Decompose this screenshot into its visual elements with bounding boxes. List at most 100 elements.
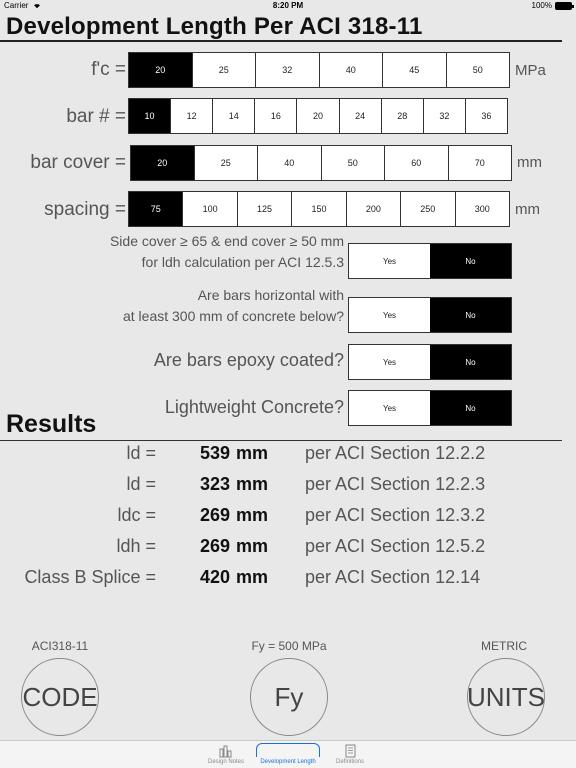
- horizontal-bars-no-button[interactable]: No: [430, 298, 511, 332]
- result-value: 269: [199, 536, 230, 556]
- bar-option[interactable]: 10: [129, 99, 171, 133]
- spacing-unit: mm: [515, 201, 540, 218]
- bar-option[interactable]: 28: [380, 99, 423, 133]
- spacing-option[interactable]: 75: [129, 192, 183, 226]
- fc-option[interactable]: 40: [318, 53, 382, 87]
- spacing-option[interactable]: 250: [400, 192, 455, 226]
- result-reference: per ACI Section 12.14: [305, 567, 481, 587]
- result-row-ldc: ldc = 269 mm per ACI Section 12.3.2: [0, 505, 576, 529]
- bar-size-label: bar # =: [66, 106, 126, 127]
- definitions-icon: [345, 744, 356, 758]
- fc-selector[interactable]: 20 25 32 40 45 50: [128, 52, 510, 88]
- bar-option[interactable]: 32: [422, 99, 465, 133]
- tab-design-notes[interactable]: Design Notes: [191, 741, 261, 768]
- spacing-option[interactable]: 100: [182, 192, 237, 226]
- bar-cover-selector[interactable]: 20 25 40 50 60 70: [130, 145, 512, 181]
- result-label: ld =: [126, 443, 156, 463]
- result-reference: per ACI Section 12.3.2: [305, 505, 486, 525]
- result-reference: per ACI Section 12.2.3: [305, 474, 486, 494]
- units-button[interactable]: UNITS: [467, 658, 545, 736]
- lightweight-concrete-question: Lightweight Concrete?: [164, 397, 344, 417]
- spacing-label: spacing =: [44, 199, 126, 220]
- side-cover-question: Side cover ≥ 65 & end cover ≥ 50 mm for …: [109, 233, 344, 270]
- result-unit: mm: [236, 567, 269, 587]
- result-label: ldh =: [116, 536, 156, 556]
- result-value: 323: [199, 474, 230, 494]
- spacing-option[interactable]: 125: [236, 192, 292, 226]
- tab-definitions[interactable]: Definitions: [315, 741, 385, 768]
- fc-option[interactable]: 25: [191, 53, 255, 87]
- spacing-selector[interactable]: 75 100 125 150 200 250 300: [128, 191, 510, 227]
- result-row-ldh: ldh = 269 mm per ACI Section 12.5.2: [0, 536, 576, 560]
- bar-option[interactable]: 20: [296, 99, 339, 133]
- horizontal-bars-toggle[interactable]: Yes No: [348, 297, 512, 333]
- spacing-option[interactable]: 300: [454, 192, 509, 226]
- active-tab-indicator: [256, 743, 320, 757]
- horizontal-bars-question: Are bars horizontal with at least 300 mm…: [122, 287, 344, 324]
- horizontal-bars-yes-button[interactable]: Yes: [349, 298, 430, 332]
- title-divider: [0, 40, 562, 42]
- result-reference: per ACI Section 12.2.2: [305, 443, 486, 463]
- lightweight-concrete-yes-button[interactable]: Yes: [349, 391, 430, 425]
- result-label: ldc =: [117, 505, 156, 525]
- bar-option[interactable]: 24: [338, 99, 381, 133]
- side-cover-no-button[interactable]: No: [430, 244, 511, 278]
- fy-caption: Fy = 500 MPa: [251, 639, 327, 653]
- epoxy-coated-yes-button[interactable]: Yes: [349, 345, 430, 379]
- cover-option[interactable]: 25: [193, 146, 257, 180]
- cover-option[interactable]: 70: [447, 146, 511, 180]
- cover-option[interactable]: 20: [131, 146, 194, 180]
- result-label: ld =: [126, 474, 156, 494]
- bar-option[interactable]: 36: [464, 99, 507, 133]
- tab-bar: Design Notes Development Length Definiti…: [0, 740, 576, 768]
- epoxy-coated-question: Are bars epoxy coated?: [153, 350, 344, 370]
- side-cover-toggle[interactable]: Yes No: [348, 243, 512, 279]
- epoxy-coated-toggle[interactable]: Yes No: [348, 344, 512, 380]
- tab-development-length[interactable]: Development Length: [253, 741, 323, 768]
- epoxy-coated-no-button[interactable]: No: [430, 345, 511, 379]
- result-value: 420: [199, 567, 230, 587]
- fy-button[interactable]: Fy: [250, 658, 328, 736]
- result-reference: per ACI Section 12.5.2: [305, 536, 486, 556]
- page-title: Development Length Per ACI 318-11: [6, 13, 423, 40]
- result-row-ld-1222: ld = 539 mm per ACI Section 12.2.2: [0, 443, 576, 467]
- result-value: 269: [199, 505, 230, 525]
- code-button[interactable]: CODE: [21, 658, 99, 736]
- result-value: 539: [199, 443, 230, 463]
- cover-option[interactable]: 60: [384, 146, 448, 180]
- fc-option[interactable]: 32: [255, 53, 319, 87]
- battery-icon: [555, 2, 574, 10]
- spacing-option[interactable]: 200: [345, 192, 401, 226]
- cover-option[interactable]: 50: [320, 146, 384, 180]
- fc-option[interactable]: 45: [382, 53, 446, 87]
- result-unit: mm: [236, 474, 269, 494]
- lightweight-concrete-toggle[interactable]: Yes No: [348, 390, 512, 426]
- result-unit: mm: [236, 443, 269, 463]
- units-caption: METRIC: [481, 639, 527, 653]
- results-heading: Results: [6, 410, 97, 438]
- result-label: Class B Splice =: [24, 567, 156, 587]
- result-row-ld-1223: ld = 323 mm per ACI Section 12.2.3: [0, 474, 576, 498]
- fc-unit: MPa: [515, 62, 546, 79]
- lightweight-concrete-no-button[interactable]: No: [430, 391, 511, 425]
- results-divider: [0, 440, 562, 441]
- side-cover-yes-button[interactable]: Yes: [349, 244, 430, 278]
- fc-option[interactable]: 20: [129, 53, 192, 87]
- code-caption: ACI318-11: [31, 639, 89, 653]
- cover-option[interactable]: 40: [257, 146, 321, 180]
- result-unit: mm: [236, 505, 269, 525]
- battery-percent: 100%: [531, 1, 552, 10]
- bar-option[interactable]: 12: [170, 99, 213, 133]
- bar-cover-unit: mm: [517, 154, 542, 171]
- result-row-class-b-splice: Class B Splice = 420 mm per ACI Section …: [0, 567, 576, 591]
- status-bar: Carrier 8:20 PM 100%: [0, 0, 576, 12]
- bar-size-selector[interactable]: 10 12 14 16 20 24 28 32 36: [128, 98, 508, 134]
- result-unit: mm: [236, 536, 269, 556]
- bar-option[interactable]: 16: [254, 99, 297, 133]
- fc-option[interactable]: 50: [445, 53, 509, 87]
- fc-label: f'c =: [91, 59, 126, 80]
- bar-cover-label: bar cover =: [30, 152, 126, 173]
- status-time: 8:20 PM: [272, 1, 304, 10]
- spacing-option[interactable]: 150: [291, 192, 346, 226]
- bar-option[interactable]: 14: [212, 99, 255, 133]
